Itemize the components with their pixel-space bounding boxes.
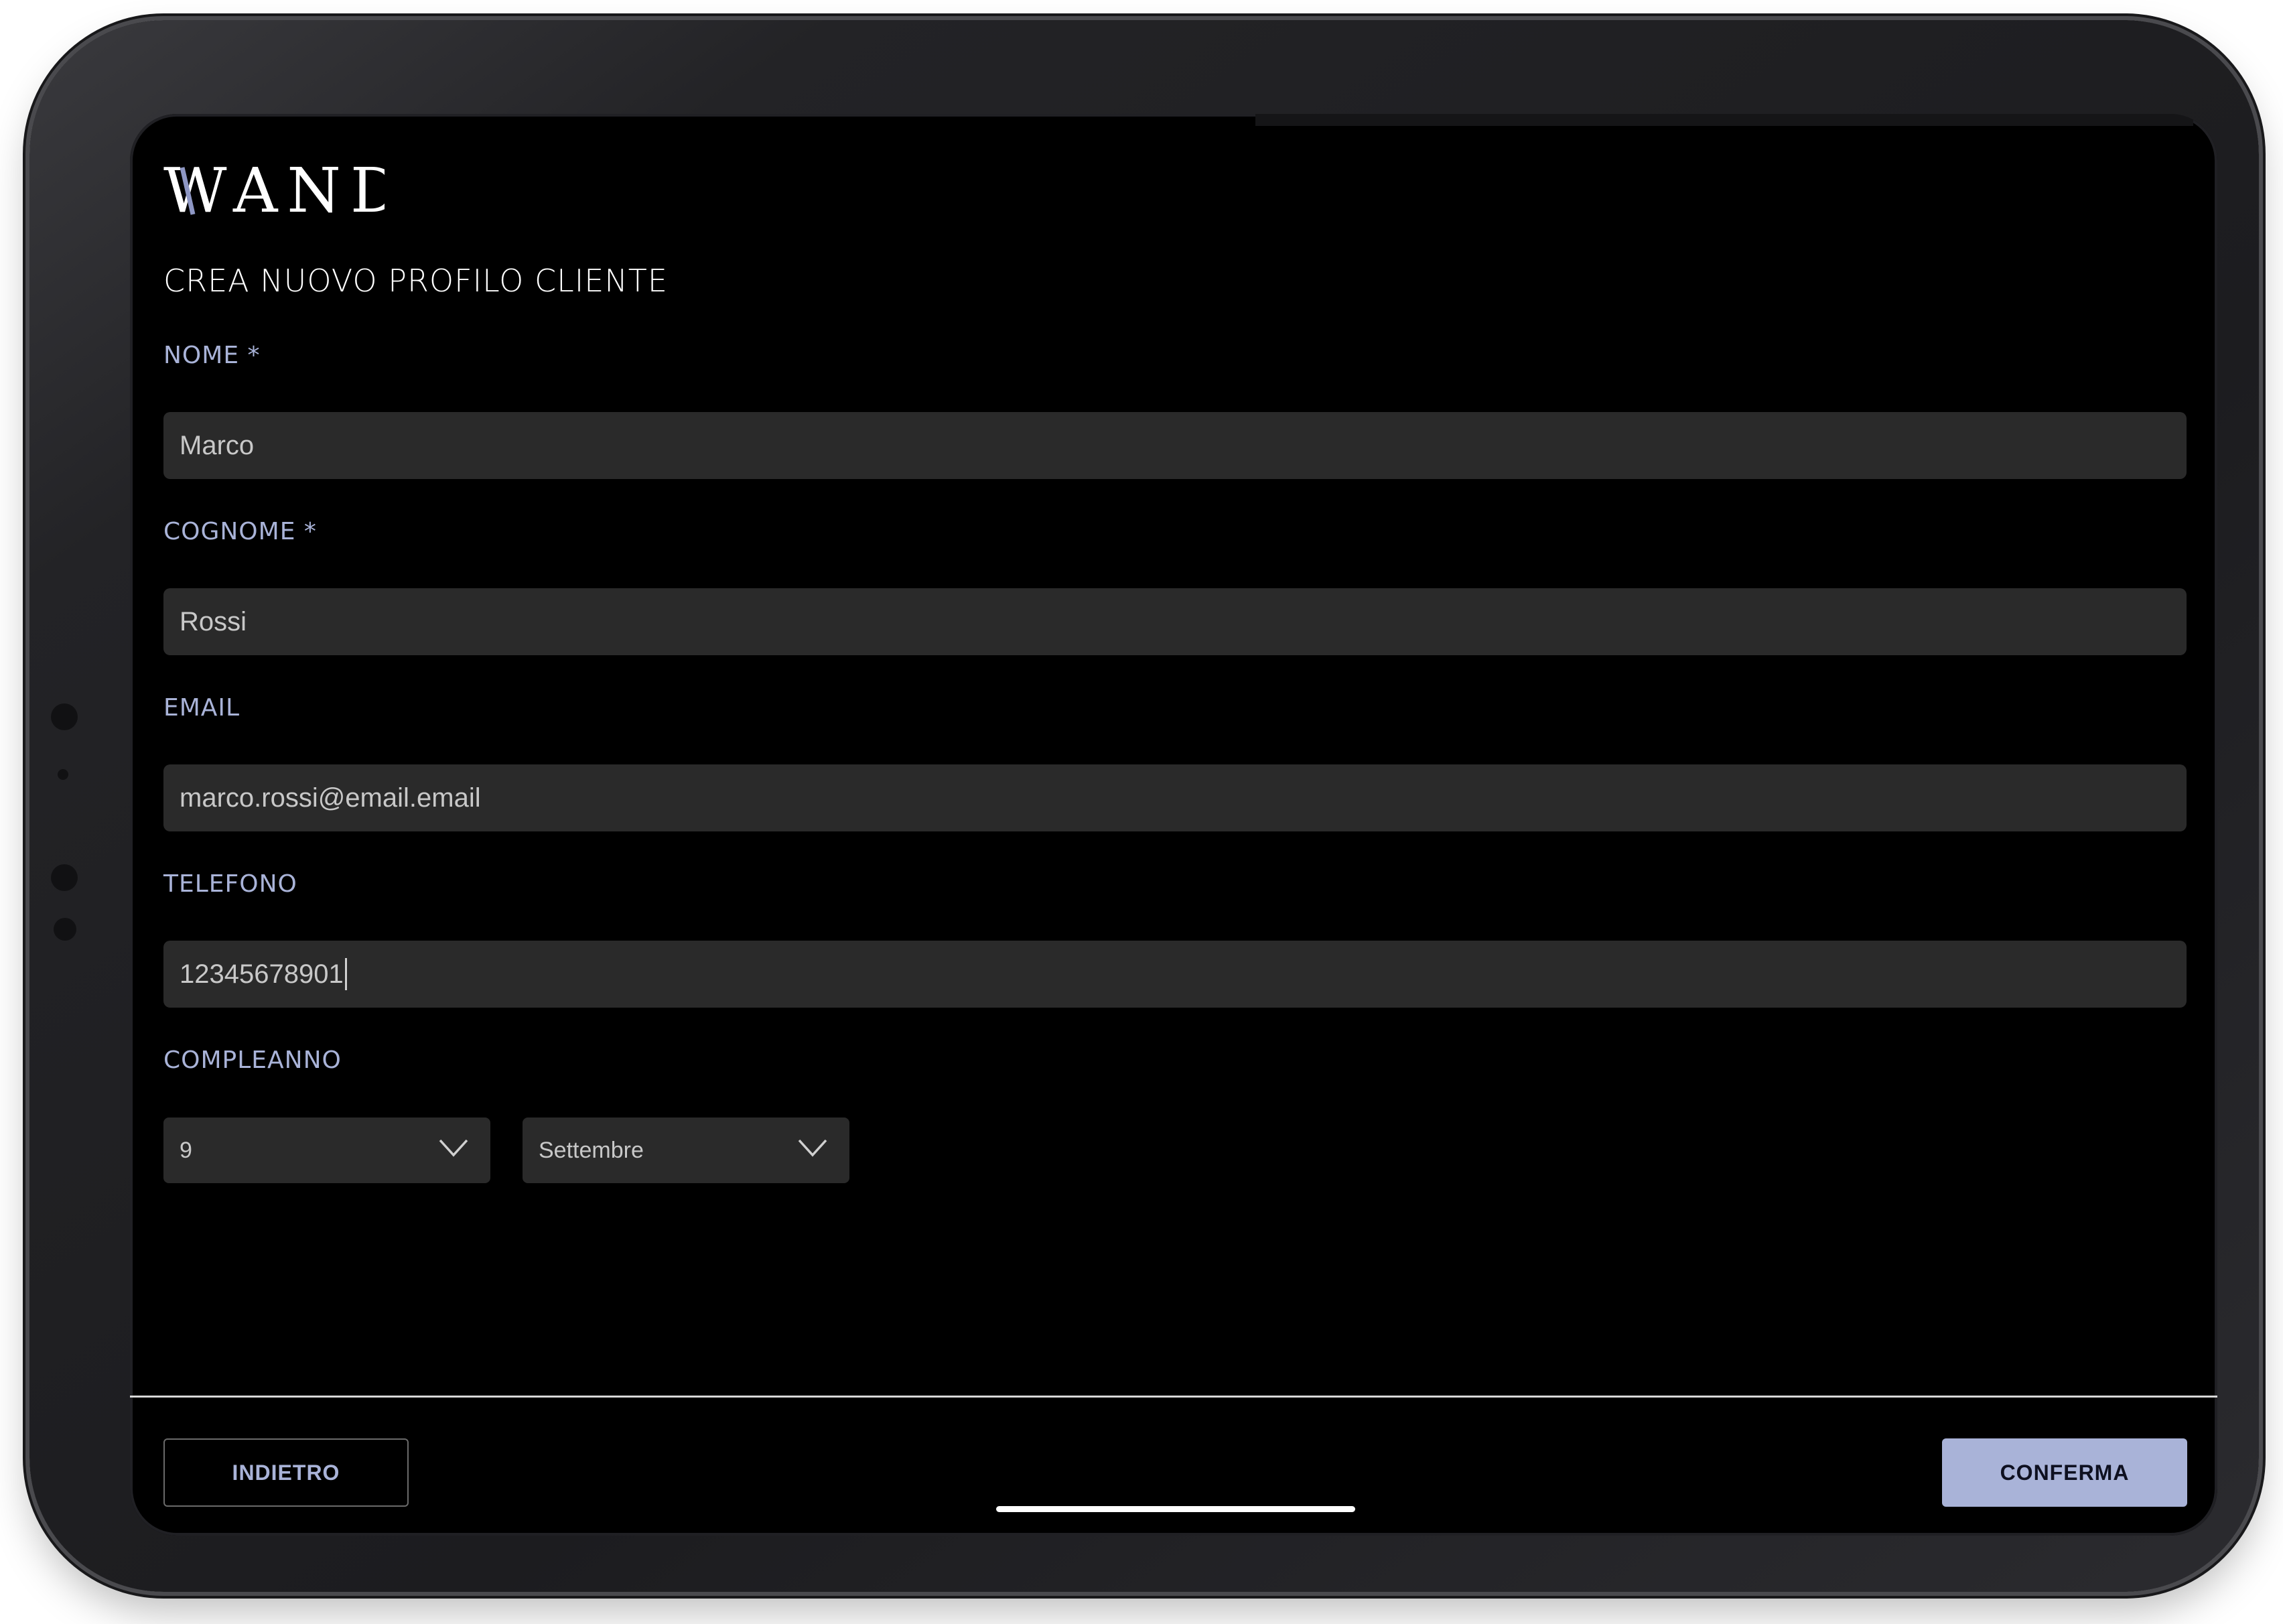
wand-logo: WAND <box>163 161 385 221</box>
birthday-month-select[interactable]: Settembre <box>523 1118 849 1183</box>
telefono-input[interactable]: 12345678901 <box>163 941 2187 1008</box>
label-telefono: TELEFONO <box>163 870 297 898</box>
back-button-label: INDIETRO <box>232 1460 340 1485</box>
back-button[interactable]: INDIETRO <box>163 1438 409 1507</box>
logo-text: WAND <box>163 161 385 221</box>
nome-input[interactable]: Marco <box>163 412 2187 479</box>
email-input[interactable]: marco.rossi@email.email <box>163 764 2187 831</box>
cognome-value: Rossi <box>180 606 247 636</box>
birthday-day-select[interactable]: 9 <box>163 1118 490 1183</box>
status-bar-strip <box>1255 114 2193 126</box>
bezel-sensor <box>51 864 78 891</box>
birthday-day-value: 9 <box>180 1137 192 1163</box>
tablet-frame: WAND CREA NUOVO PROFILO CLIENTE NOME * M… <box>29 20 2259 1592</box>
label-email: EMAIL <box>163 694 240 722</box>
label-nome: NOME * <box>163 342 261 369</box>
bezel-sensor <box>54 918 76 941</box>
telefono-value: 12345678901 <box>180 959 344 989</box>
chevron-down-icon <box>439 1139 468 1157</box>
bezel-sensor <box>58 769 68 780</box>
confirm-button[interactable]: CONFERMA <box>1942 1438 2187 1507</box>
nome-value: Marco <box>180 430 255 460</box>
footer-divider <box>130 1396 2217 1398</box>
app-screen: WAND CREA NUOVO PROFILO CLIENTE NOME * M… <box>130 114 2217 1536</box>
chevron-down-icon <box>798 1139 827 1157</box>
confirm-button-label: CONFERMA <box>2000 1460 2130 1485</box>
page-title: CREA NUOVO PROFILO CLIENTE <box>163 263 668 299</box>
text-caret <box>344 958 347 990</box>
home-indicator[interactable] <box>996 1506 1355 1512</box>
wand-logo-icon: WAND <box>163 161 385 221</box>
label-compleanno: COMPLEANNO <box>163 1046 342 1074</box>
label-cognome: COGNOME * <box>163 518 317 545</box>
birthday-month-value: Settembre <box>539 1137 644 1163</box>
email-value: marco.rossi@email.email <box>180 783 481 813</box>
bezel-sensor <box>51 703 78 730</box>
cognome-input[interactable]: Rossi <box>163 588 2187 655</box>
